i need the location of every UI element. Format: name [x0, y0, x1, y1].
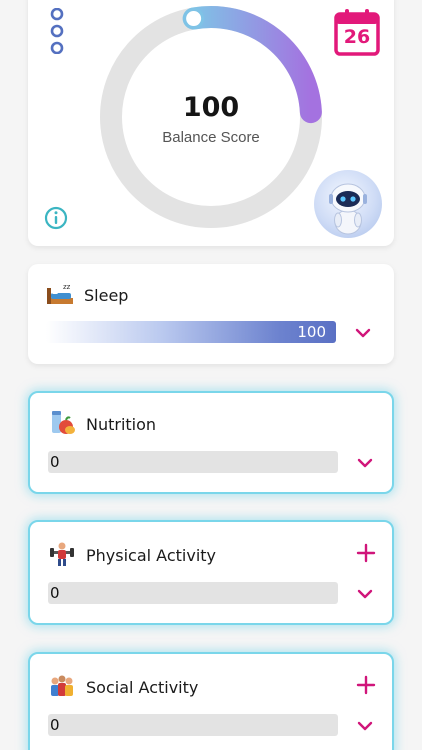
social-activity-title: Social Activity	[86, 678, 199, 697]
nutrition-icon	[52, 411, 75, 434]
sleep-card[interactable]: zz Sleep 100	[28, 264, 394, 364]
plus-icon[interactable]	[356, 543, 376, 563]
chevron-down-icon[interactable]	[354, 327, 372, 339]
sleep-title: Sleep	[84, 286, 129, 305]
nutrition-value: 0	[50, 453, 60, 471]
chevron-down-icon[interactable]	[356, 720, 374, 732]
social-activity-value: 0	[50, 716, 60, 734]
physical-activity-value: 0	[50, 584, 60, 602]
balance-ring-knob	[183, 8, 205, 30]
chevron-down-icon[interactable]	[356, 457, 374, 469]
svg-text:zz: zz	[63, 283, 71, 291]
balance-score-label: Balance Score	[162, 129, 260, 146]
sleep-value: 100	[297, 323, 326, 341]
physical-activity-progress-bar: 0	[48, 582, 338, 604]
balance-score-value: 100	[182, 92, 240, 123]
physical-activity-title: Physical Activity	[86, 546, 217, 565]
social-activity-card[interactable]: Social Activity 0	[28, 652, 394, 750]
robot-avatar[interactable]	[314, 170, 382, 238]
calendar-icon[interactable]: 26	[334, 8, 380, 56]
sleep-icon: zz	[47, 283, 73, 304]
info-icon[interactable]	[44, 206, 68, 230]
chevron-down-icon[interactable]	[356, 588, 374, 600]
balance-score-card: 26 100 Balance Score	[28, 0, 394, 246]
sleep-progress-fill	[46, 321, 336, 343]
nutrition-card[interactable]: Nutrition 0	[28, 391, 394, 494]
sleep-progress-bar: 100	[46, 321, 336, 343]
calendar-day: 26	[343, 26, 371, 48]
nutrition-progress-bar: 0	[48, 451, 338, 473]
physical-activity-card[interactable]: Physical Activity 0	[28, 520, 394, 625]
social-activity-icon	[51, 675, 73, 696]
nutrition-title: Nutrition	[86, 415, 157, 434]
more-dots-icon[interactable]	[50, 8, 64, 54]
social-activity-progress-bar: 0	[48, 714, 338, 736]
plus-icon[interactable]	[356, 675, 376, 695]
physical-activity-icon	[50, 542, 74, 566]
